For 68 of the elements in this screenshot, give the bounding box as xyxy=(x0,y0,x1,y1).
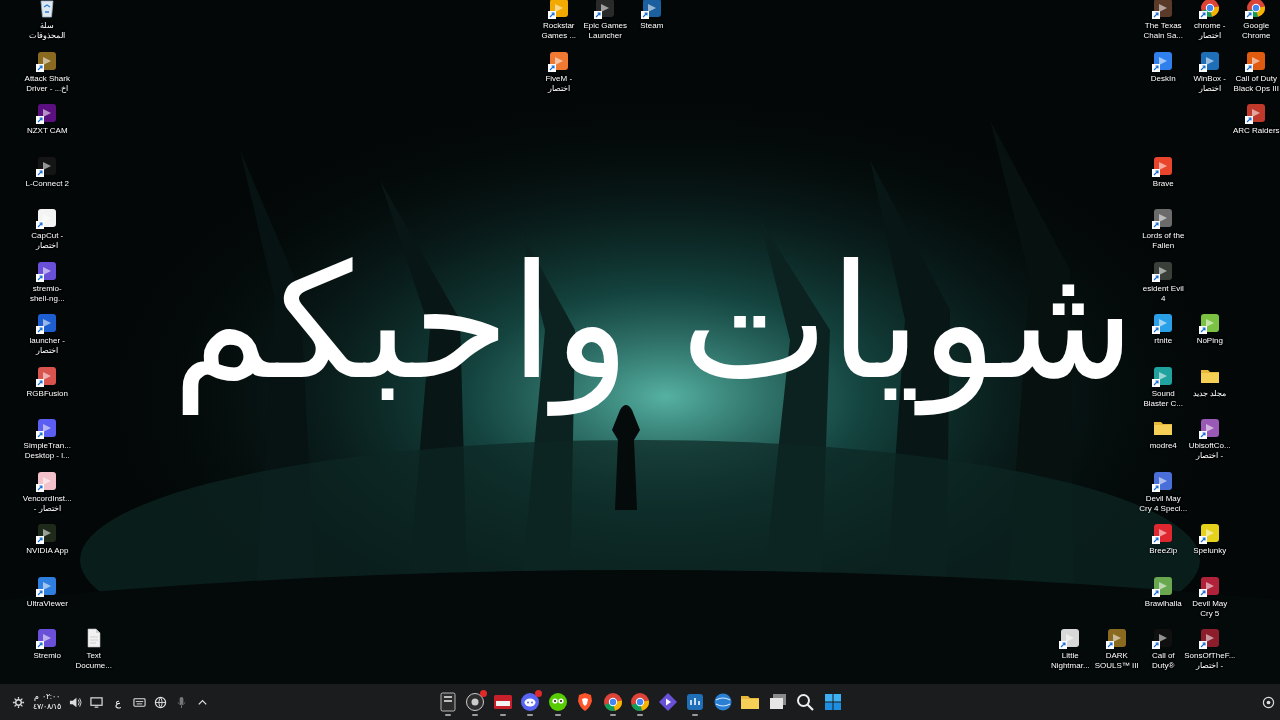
browser-icon[interactable] xyxy=(1246,0,1267,18)
icon-label[interactable]: The Texas Chain Sa... xyxy=(1143,21,1184,41)
icon-label[interactable]: UltraViewer xyxy=(26,598,68,609)
overlay-caption: شويات واحبكم xyxy=(172,232,1136,414)
tile-icon[interactable] xyxy=(685,692,705,712)
icon-label[interactable]: سلة المحذوفات xyxy=(29,21,66,41)
mixer-icon[interactable] xyxy=(492,692,513,712)
window-icon[interactable] xyxy=(767,692,788,712)
icon-label[interactable]: NVIDIA App xyxy=(26,546,69,556)
icon-label[interactable]: مجلد جديد xyxy=(1193,388,1227,399)
icon-label[interactable]: BreeZip xyxy=(1149,546,1178,556)
icon-label[interactable]: Stremio xyxy=(33,651,62,661)
icon-label[interactable]: rtnite xyxy=(1154,336,1173,346)
icon-label[interactable]: Google Chrome xyxy=(1242,21,1271,41)
owl-icon[interactable] xyxy=(547,692,568,712)
notification-center-icon[interactable] xyxy=(1262,695,1275,709)
clock-date[interactable]: ٤٧/٠٨/١٥ xyxy=(33,702,62,712)
icon-label[interactable]: CapCut - اختصار xyxy=(31,231,64,251)
icon-label[interactable]: launcher - اختصار xyxy=(29,336,66,356)
keyboard-icon[interactable] xyxy=(133,695,147,709)
icon-label[interactable]: Lords of the Fallen xyxy=(1142,231,1185,251)
volume-icon[interactable] xyxy=(69,695,83,709)
icon-label[interactable]: Devil May Cry 5 xyxy=(1192,598,1228,619)
icon-label[interactable]: chrome - اختصار xyxy=(1193,21,1226,41)
globe-icon[interactable] xyxy=(154,695,168,709)
icon-label[interactable]: DeskIn xyxy=(1150,73,1176,84)
icon-label[interactable]: ARC Raiders xyxy=(1232,126,1280,136)
icon-label[interactable]: UbisoftCo... اختصار - xyxy=(1188,441,1231,461)
icon-label[interactable]: Steam xyxy=(640,21,664,31)
record-icon[interactable] xyxy=(465,692,485,712)
chat-icon[interactable] xyxy=(520,692,540,712)
language-indicator[interactable]: ع xyxy=(111,694,126,710)
icon-label[interactable]: Call of Duty® xyxy=(1151,651,1175,671)
icon-label[interactable]: L-Connect 2 xyxy=(25,178,70,189)
icon-label[interactable]: Text Docume... xyxy=(75,651,112,671)
icon-label[interactable]: Call of Duty Black Ops III xyxy=(1233,73,1279,94)
monitor-icon[interactable] xyxy=(90,695,104,709)
browser-icon[interactable] xyxy=(602,692,623,712)
icon-label[interactable]: SimpleTran... Desktop - l... xyxy=(23,441,71,461)
icon-label[interactable]: WinBox - اختصار xyxy=(1193,73,1226,94)
icon-label[interactable]: RGBFusion xyxy=(26,388,68,399)
icon-label[interactable]: DARK SOULS™ III xyxy=(1094,651,1139,671)
shield-icon[interactable] xyxy=(575,692,595,712)
play-icon[interactable] xyxy=(657,692,678,712)
icon-label[interactable]: Spelunky xyxy=(1193,546,1227,556)
search-icon[interactable] xyxy=(795,692,815,712)
globe-icon[interactable] xyxy=(712,692,733,712)
tile-icon[interactable] xyxy=(437,692,458,712)
icon-label[interactable]: Rockstar Games ... xyxy=(541,21,577,41)
icon-label[interactable]: esident Evil 4 xyxy=(1142,283,1184,304)
icon-label[interactable]: NoPing xyxy=(1196,336,1223,346)
icon-label[interactable]: SonsOfTheF... اختصار - xyxy=(1184,651,1236,671)
icon-label[interactable]: stremio- shell-ng... xyxy=(29,283,65,304)
icon-label[interactable]: Sound Blaster C... xyxy=(1143,388,1184,409)
grid-icon[interactable] xyxy=(822,692,843,712)
icon-label[interactable]: Attack Shark Driver - ...اخ xyxy=(24,73,70,94)
icon-label[interactable]: Devil May Cry 4 Speci... xyxy=(1139,493,1188,514)
icon-label[interactable]: modre4 xyxy=(1149,441,1177,451)
icon-label[interactable]: Brave xyxy=(1152,178,1174,189)
icon-label[interactable]: FiveM - اختصار xyxy=(545,73,573,94)
icon-label[interactable]: Brawlhalla xyxy=(1144,598,1182,609)
icon-label[interactable]: Epic Games Launcher xyxy=(583,21,628,41)
clock-time[interactable]: ٠٢:٠٠ م xyxy=(33,692,62,702)
settings-icon[interactable] xyxy=(12,695,25,709)
browser-icon[interactable] xyxy=(630,692,650,712)
icon-label[interactable]: VencordInst... - اختصار xyxy=(22,493,72,514)
icon-label[interactable]: Little Nightmar... xyxy=(1050,651,1090,671)
icon-label[interactable]: NZXT CAM xyxy=(26,126,68,136)
